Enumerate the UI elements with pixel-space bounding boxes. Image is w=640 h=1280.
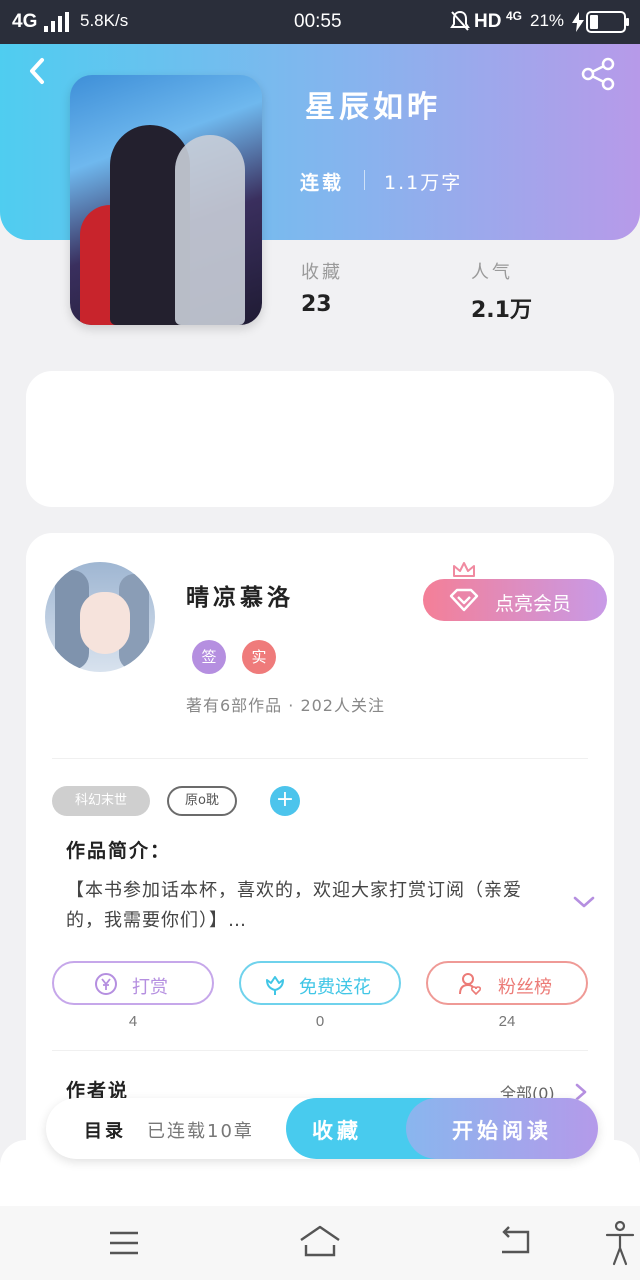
fans-rank-button[interactable]: 粉丝榜: [426, 961, 588, 1005]
tag-genre[interactable]: 科幻末世: [52, 786, 150, 816]
network-type: 4G: [12, 11, 38, 32]
popularity-value: 2.1万: [471, 298, 532, 323]
send-flower-button[interactable]: 免费送花: [239, 961, 401, 1005]
start-reading-label: 开始阅读: [452, 1119, 552, 1143]
status-separator: [364, 170, 365, 190]
share-icon[interactable]: [580, 56, 616, 92]
author-meta: 著有6部作品 · 202人关注: [186, 696, 385, 715]
start-reading-button[interactable]: 开始阅读: [406, 1098, 598, 1159]
status-bar: 4G 5.8K/s 00:55 HD 4G 21%: [0, 0, 640, 44]
vip-label: 点亮会员: [495, 593, 572, 615]
user-heart-icon: [459, 973, 482, 996]
tag-category[interactable]: 原o耽: [167, 786, 237, 816]
net-small: 4G: [506, 9, 523, 23]
author-name[interactable]: 晴凉慕洛: [186, 578, 294, 612]
signal-icon: [44, 12, 70, 32]
flower-icon: [266, 976, 284, 995]
reward-label: 打赏: [132, 977, 168, 998]
system-nav-bar: [0, 1206, 640, 1280]
send-flower-label: 免费送花: [299, 977, 371, 998]
battery-percent: 21%: [530, 11, 565, 30]
signed-badge: 签: [192, 640, 226, 674]
popularity-label: 人气: [471, 262, 513, 283]
intro-text: 【本书参加话本杯，喜欢的，欢迎大家打赏订阅（亲爱的，我需要你们）】…: [66, 880, 522, 931]
reward-count: 4: [128, 1013, 138, 1030]
bell-muted-icon: [450, 10, 470, 31]
yuan-coin-icon: [95, 973, 117, 995]
clock: 00:55: [294, 11, 342, 32]
chevron-down-icon[interactable]: [572, 894, 596, 910]
intro-heading: 作品简介：: [66, 840, 172, 862]
back-nav-icon[interactable]: [498, 1226, 532, 1256]
vip-button[interactable]: 点亮会员: [423, 579, 607, 621]
book-cover: [70, 75, 262, 325]
blank-card: [26, 371, 614, 507]
favorite-button-label: 收藏: [312, 1119, 362, 1143]
reward-button[interactable]: 打赏: [52, 961, 214, 1005]
book-status: 连载: [300, 172, 345, 194]
fans-rank-label: 粉丝榜: [498, 977, 552, 998]
add-tag-button[interactable]: +: [270, 786, 300, 816]
verified-badge: 实: [242, 640, 276, 674]
author-avatar[interactable]: [45, 562, 155, 672]
back-arrow-icon[interactable]: [26, 56, 48, 86]
hd-indicator: HD: [474, 11, 502, 32]
charging-icon: [572, 12, 584, 32]
home-icon[interactable]: [298, 1224, 342, 1258]
catalog-button[interactable]: 目录: [84, 1117, 126, 1143]
fans-count: 24: [498, 1013, 516, 1030]
favorites-label: 收藏: [301, 262, 343, 283]
divider: [52, 758, 588, 759]
diamond-icon: [449, 588, 479, 612]
menu-icon[interactable]: [108, 1230, 140, 1256]
network-speed: 5.8K/s: [80, 11, 129, 30]
chapters-status[interactable]: 已连载10章: [147, 1117, 254, 1143]
favorites-value: 23: [301, 292, 332, 317]
word-count: 1.1万字: [384, 172, 463, 194]
accessibility-icon[interactable]: [604, 1220, 636, 1266]
crown-icon: [453, 562, 475, 577]
flower-count: 0: [315, 1013, 325, 1030]
book-title: 星辰如昨: [305, 90, 441, 125]
battery-icon: [586, 11, 629, 33]
divider: [52, 1050, 588, 1051]
